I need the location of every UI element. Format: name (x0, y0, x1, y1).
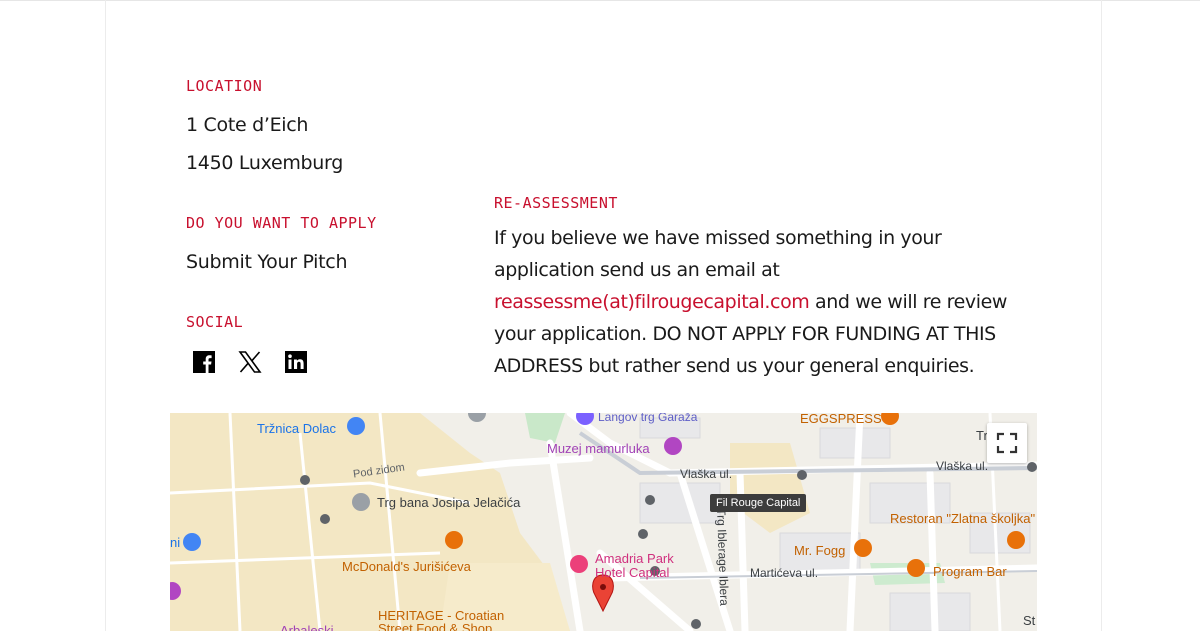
map-label-langov: Langov trg Garaža (598, 413, 698, 424)
map-label-vlaska-1: Vlaška ul. (680, 467, 733, 481)
apply-label: DO YOU WANT TO APPLY (186, 214, 377, 232)
submit-pitch-link[interactable]: Submit Your Pitch (186, 251, 348, 273)
map-label-trg-bana: Trg bana Josipa Jelačića (377, 495, 521, 510)
map-label-vlaska-2: Vlaška ul. (936, 459, 989, 473)
reassessment-text-part-1: If you believe we have missed something … (494, 227, 942, 281)
location-label: LOCATION (186, 77, 263, 95)
map-label-marticeva: Martićeva ul. (750, 566, 819, 580)
address-line-1: 1 Cote d’Eich (186, 114, 309, 136)
location-map[interactable]: Tržnica Dolac Langov trg Garaža EGGSPRES… (170, 413, 1037, 631)
map-label-muzej: Muzej mamurluka (547, 441, 650, 456)
reassessment-email-link[interactable]: reassessme(at)filrougecapital.com (494, 291, 810, 313)
map-label-eggspress: EGGSPRESS (800, 413, 882, 426)
reassessment-label: RE-ASSESSMENT (494, 194, 618, 212)
social-links (192, 350, 308, 374)
map-label-trznica: Tržnica Dolac (257, 421, 336, 436)
map-label-arbaleski: Arbaleski (280, 623, 334, 631)
map-fullscreen-button[interactable] (987, 423, 1027, 463)
map-label-amadria: Amadria Park Hotel Capital (595, 551, 674, 580)
map-label-restoran: Restoran "Zlatna školjka" (890, 511, 1036, 526)
linkedin-icon[interactable] (284, 350, 308, 374)
reassessment-text: If you believe we have missed something … (494, 222, 1042, 382)
map-label-st: St (1023, 613, 1036, 628)
map-label-mr-fogg: Mr. Fogg (794, 543, 846, 558)
facebook-icon[interactable] (192, 350, 216, 374)
map-label-heritage: HERITAGE - Croatian Street Food & Shop (378, 608, 505, 631)
address-line-2: 1450 Luxemburg (186, 152, 343, 174)
fullscreen-icon (996, 432, 1018, 454)
map-label-mcdonalds: McDonald's Jurišićeva (342, 559, 471, 574)
map-label-ni: ni (170, 535, 181, 550)
social-label: SOCIAL (186, 313, 244, 331)
map-label-program-bar: Program Bar (933, 564, 1007, 579)
x-icon[interactable] (238, 350, 262, 374)
map-marker-tooltip: Fil Rouge Capital (710, 494, 807, 512)
